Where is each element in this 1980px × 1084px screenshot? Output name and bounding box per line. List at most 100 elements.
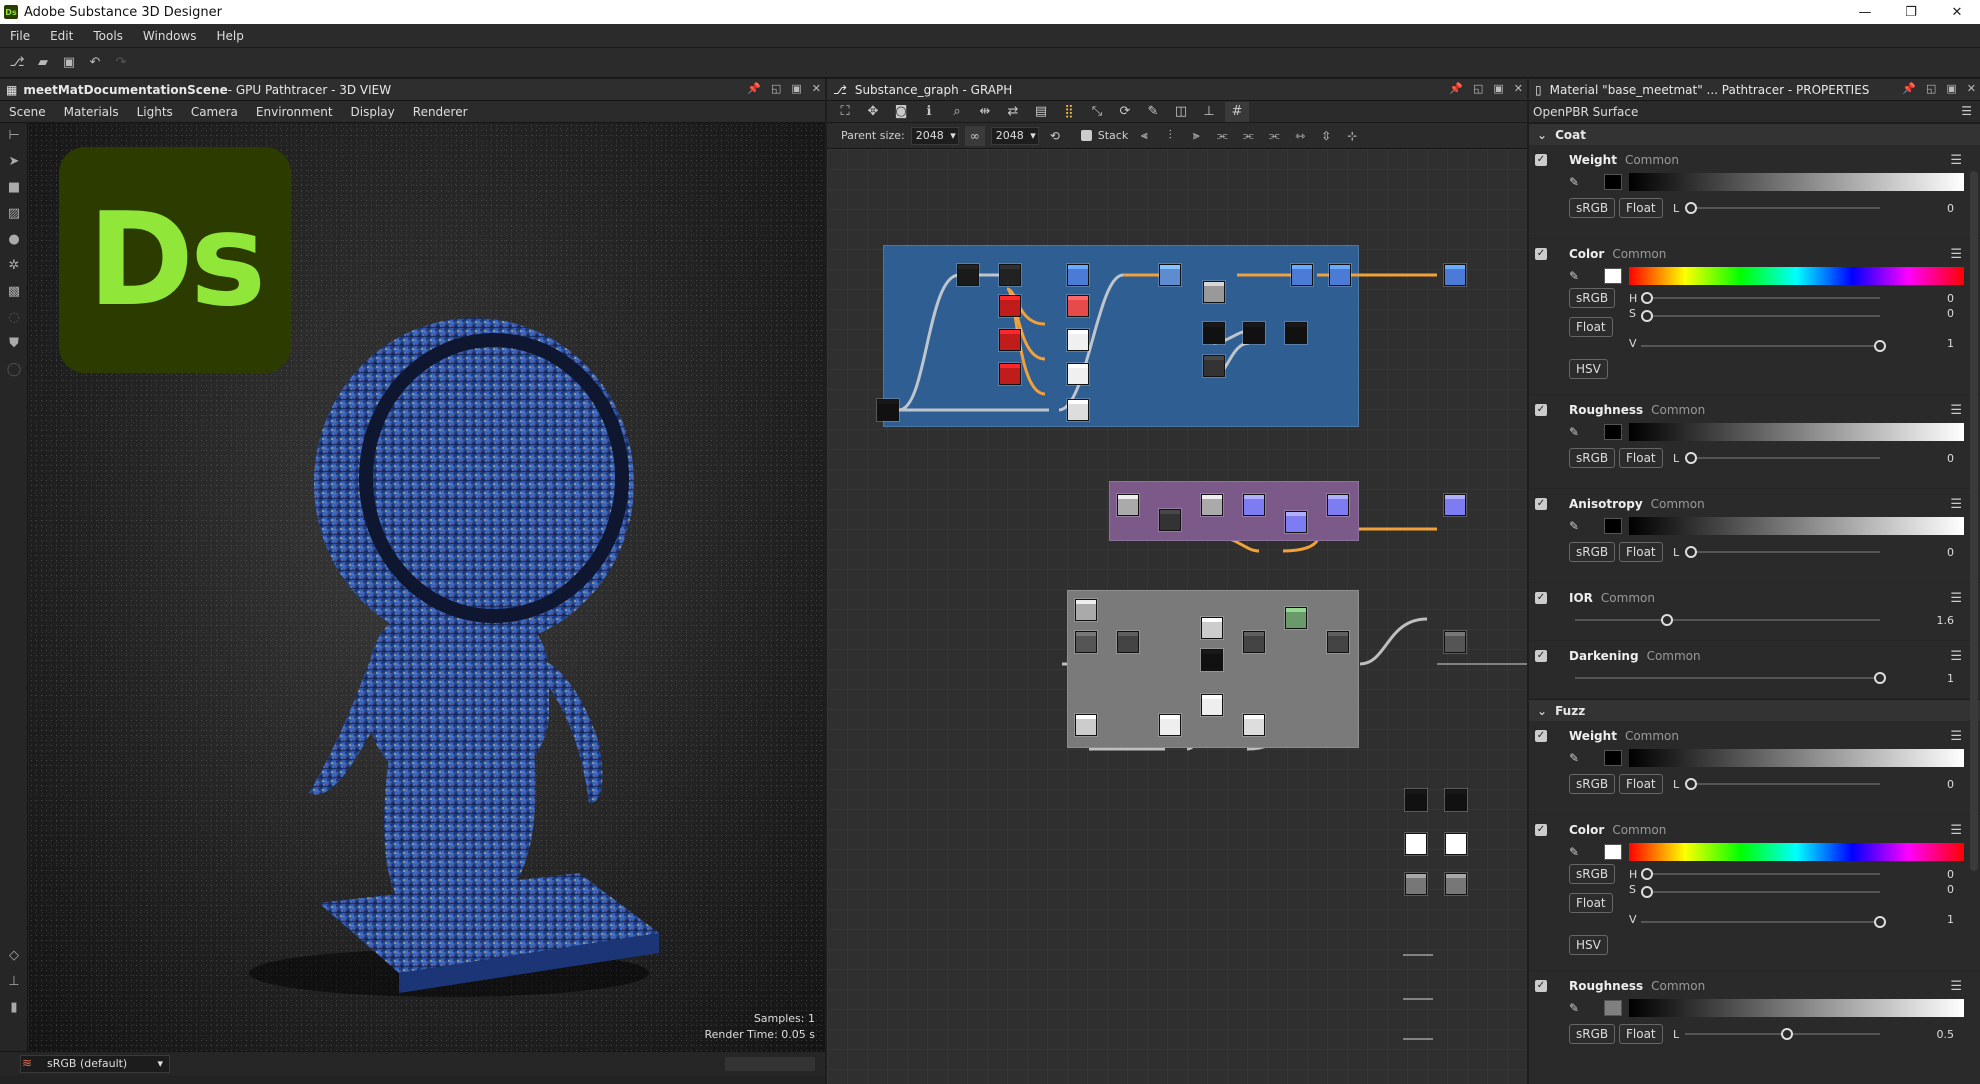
coat-color-s-slider[interactable] [1641, 310, 1880, 322]
fuzz-weight-checkbox[interactable]: ✓ [1535, 730, 1547, 742]
save-icon[interactable]: ▣ [58, 52, 80, 74]
menu-edit[interactable]: Edit [40, 29, 83, 43]
fuzz-weight-gradient[interactable] [1629, 749, 1964, 767]
section-coat[interactable]: Coat [1529, 123, 1980, 145]
coat-darkening-checkbox[interactable]: ✓ [1535, 650, 1547, 662]
graph-close-icon[interactable]: ✕ [1514, 82, 1523, 95]
graph-pin-icon[interactable]: 📌 [1449, 82, 1463, 95]
coat-ior-knob[interactable] [1661, 614, 1673, 626]
coat-weight-knob[interactable] [1685, 202, 1697, 214]
graph-node[interactable] [1445, 789, 1467, 811]
graph-node[interactable] [1201, 494, 1223, 516]
settings-gear-icon[interactable]: ✲ [0, 253, 28, 279]
reset-icon[interactable]: ◯ [0, 357, 28, 383]
graph-node[interactable] [999, 363, 1021, 385]
select-arrow-icon[interactable]: ➤ [0, 149, 28, 175]
fuzz-weight-srgb-button[interactable]: sRGB [1569, 774, 1616, 794]
info-icon[interactable]: ℹ [917, 102, 941, 122]
coat-color-h-slider[interactable] [1641, 292, 1880, 304]
maximize-panel-icon[interactable]: ▣ [791, 82, 801, 95]
coat-roughness-srgb-button[interactable]: sRGB [1569, 448, 1616, 468]
coat-color-v-knob[interactable] [1874, 340, 1886, 352]
graph-node[interactable] [1075, 599, 1097, 621]
3d-menu-materials[interactable]: Materials [55, 105, 128, 119]
fuzz-color-srgb-button[interactable]: sRGB [1569, 864, 1616, 884]
align-top-icon[interactable]: ⫘ [1212, 126, 1232, 146]
fuzz-weight-knob[interactable] [1685, 778, 1697, 790]
parent-size-a[interactable]: 2048 [910, 126, 959, 145]
eyedropper-icon[interactable]: ✎ [1569, 175, 1579, 189]
graph-node[interactable] [1327, 631, 1349, 653]
node-grid-icon[interactable]: ⣿ [1057, 102, 1081, 122]
graph-node[interactable] [1075, 631, 1097, 653]
distribute-v-icon[interactable]: ⇳ [1316, 126, 1336, 146]
graph-frame-metallic[interactable] [1109, 481, 1359, 541]
graph-node[interactable] [1201, 649, 1223, 671]
coat-color-srgb-button[interactable]: sRGB [1569, 288, 1616, 308]
eyedropper-icon[interactable]: ✎ [1569, 845, 1579, 859]
menu-file[interactable]: File [0, 29, 40, 43]
coat-darkening-knob[interactable] [1874, 672, 1886, 684]
coat-roughness-float-button[interactable]: Float [1619, 448, 1663, 468]
3d-menu-scene[interactable]: Scene [0, 105, 55, 119]
close-icon[interactable]: ✕ [1934, 0, 1980, 24]
props-close-icon[interactable]: ✕ [1967, 82, 1976, 95]
coat-roughness-gradient[interactable] [1629, 423, 1964, 441]
stamp-node-icon[interactable]: ⊥ [1197, 102, 1221, 122]
snap-icon[interactable]: ⊹ [1342, 126, 1362, 146]
section-fuzz[interactable]: Fuzz [1529, 699, 1980, 721]
coat-ior-checkbox[interactable]: ✓ [1535, 592, 1547, 604]
graph-node[interactable] [1067, 399, 1089, 421]
graph-node[interactable] [999, 264, 1021, 286]
graph-node[interactable] [1327, 494, 1349, 516]
graph-node[interactable] [1159, 509, 1181, 531]
fuzz-weight-float-button[interactable]: Float [1619, 774, 1663, 794]
coat-roughness-checkbox[interactable]: ✓ [1535, 404, 1547, 416]
fuzz-weight-slider[interactable] [1685, 778, 1880, 790]
graph-node[interactable] [1159, 264, 1181, 286]
undo-icon[interactable]: ↶ [84, 52, 106, 74]
align-icon[interactable]: ⇹ [973, 102, 997, 122]
fuzz-roughness-menu-icon[interactable]: ☰ [1950, 979, 1962, 994]
align-left-icon[interactable]: ⫷ [1134, 126, 1154, 146]
graph-node[interactable] [1117, 494, 1139, 516]
props-maximize-icon[interactable]: ▣ [1946, 82, 1956, 95]
coat-weight-srgb-button[interactable]: sRGB [1569, 198, 1616, 218]
coat-weight-swatch[interactable] [1604, 174, 1622, 190]
fuzz-color-s-value[interactable]: 0 [1947, 883, 1954, 896]
eyedropper-icon[interactable]: ✎ [1569, 269, 1579, 283]
tools-icon[interactable]: ✎ [1141, 102, 1165, 122]
coat-color-menu-icon[interactable]: ☰ [1950, 247, 1962, 262]
fuzz-color-h-knob[interactable] [1641, 868, 1653, 880]
coat-anisotropy-knob[interactable] [1685, 546, 1697, 558]
graph-maximize-icon[interactable]: ▣ [1493, 82, 1503, 95]
graph-node[interactable] [999, 329, 1021, 351]
graph-node[interactable] [1285, 511, 1307, 533]
graph-node[interactable] [1405, 873, 1427, 895]
coat-ior-slider[interactable] [1575, 614, 1880, 626]
3d-viewport[interactable]: Ds Samples: 1 Render Time: 0.05 s [29, 123, 825, 1051]
menu-tools[interactable]: Tools [83, 29, 133, 43]
layers-icon[interactable]: ◇ [0, 943, 28, 969]
close-panel-icon[interactable]: ✕ [812, 82, 821, 95]
3d-menu-environment[interactable]: Environment [247, 105, 342, 119]
eyedropper-icon[interactable]: ✎ [1569, 751, 1579, 765]
graph-node[interactable] [1329, 264, 1351, 286]
coat-color-s-knob[interactable] [1641, 310, 1653, 322]
graph-node[interactable] [1201, 694, 1223, 716]
coat-color-h-knob[interactable] [1641, 292, 1653, 304]
eyedropper-icon[interactable]: ✎ [1569, 1001, 1579, 1015]
graph-node[interactable] [1445, 833, 1467, 855]
fuzz-color-s-slider[interactable] [1641, 886, 1880, 898]
fuzz-color-h-slider[interactable] [1641, 868, 1880, 880]
distribute-h-icon[interactable]: ⇿ [1290, 126, 1310, 146]
fuzz-roughness-swatch[interactable] [1604, 1000, 1622, 1016]
frame-all-icon[interactable]: ⛶ [833, 102, 857, 122]
menu-windows[interactable]: Windows [133, 29, 207, 43]
props-float-icon[interactable]: ◱ [1926, 82, 1936, 95]
graph-node[interactable] [1285, 322, 1307, 344]
coat-roughness-menu-icon[interactable]: ☰ [1950, 403, 1962, 418]
3d-menu-renderer[interactable]: Renderer [404, 105, 477, 119]
maximize-icon[interactable]: ❐ [1888, 0, 1934, 24]
graph-node[interactable] [1444, 494, 1466, 516]
